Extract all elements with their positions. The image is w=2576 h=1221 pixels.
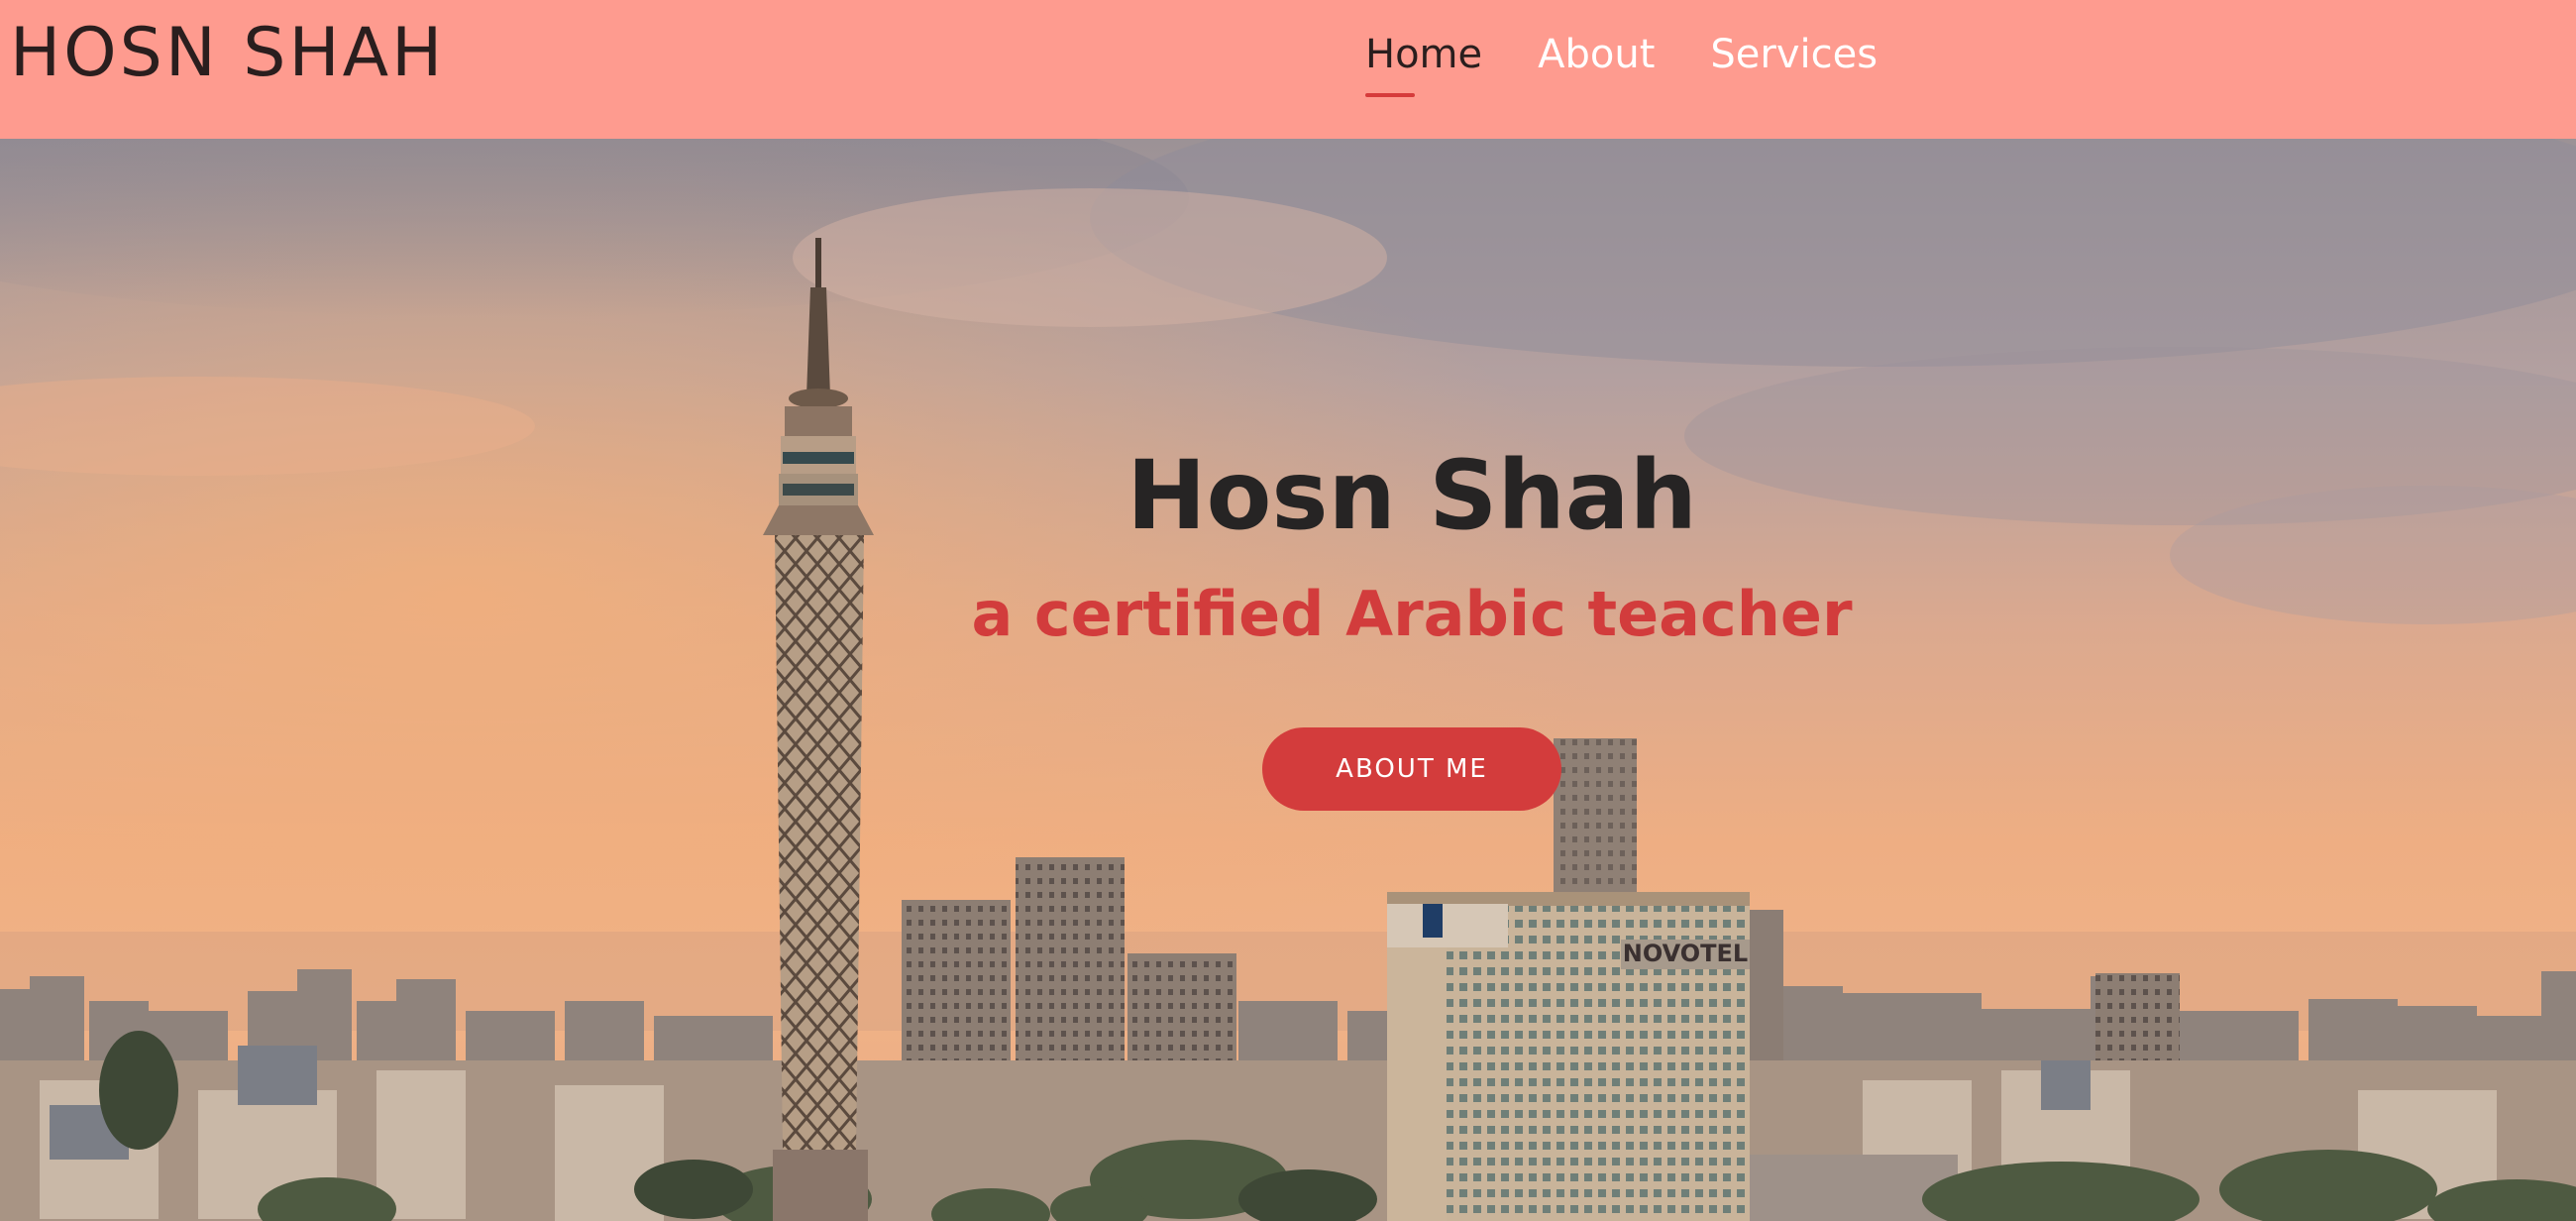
nav-item-services-label: Services [1710,32,1878,77]
site-logo[interactable]: HOSN SHAH [10,14,445,93]
hero-subtitle: a certified Arabic teacher [971,578,1853,650]
nav-item-home-label: Home [1365,32,1483,77]
hero-background-image: NOVOTEL [0,139,2576,1221]
hero-section: NOVOTEL Hosn Shah a certified Arabic tea… [0,139,2576,1221]
nav-active-indicator [1365,93,1415,97]
nav-item-services[interactable]: Services [1710,26,1878,105]
site-header: HOSN SHAH Home About Services [0,0,2576,139]
hero-title: Hosn Shah [1127,440,1697,551]
nav-item-about-label: About [1538,32,1656,77]
about-me-button[interactable]: ABOUT ME [1262,727,1561,811]
main-nav: Home About Services [1365,26,1878,105]
svg-text:NOVOTEL: NOVOTEL [1623,940,1748,967]
nav-item-home[interactable]: Home [1365,26,1482,105]
nav-item-about[interactable]: About [1538,26,1655,105]
